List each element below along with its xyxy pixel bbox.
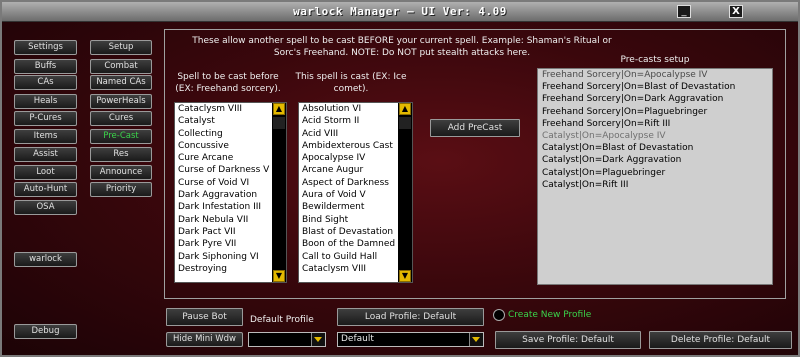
close-button[interactable]: X	[729, 5, 743, 18]
cast-list-label: This spell is cast (EX: Ice comet).	[295, 72, 407, 94]
nav-heals[interactable]: Heals	[14, 94, 77, 109]
precast-setup-list[interactable]: Freehand Sorcery|On=Apocalypse IV Freehan…	[537, 68, 773, 285]
hide-mini-window-button[interactable]: Hide Mini Wdw	[166, 332, 243, 347]
list-item[interactable]: Aura of Void V	[299, 189, 398, 201]
list-item[interactable]: Catalyst|On=Apocalypse IV	[538, 130, 772, 142]
list-item[interactable]: Destroying	[175, 263, 272, 275]
scroll-down-arrow-icon[interactable]: ▼	[399, 270, 411, 282]
list-item[interactable]: Dark Nebula VII	[175, 214, 272, 226]
nav-auto-hunt[interactable]: Auto-Hunt	[14, 182, 77, 197]
nav-buffs[interactable]: Buffs	[14, 59, 77, 74]
list-item[interactable]: Curse of Darkness V	[175, 164, 272, 176]
list-item[interactable]: Freehand Sorcery|On=Plaguebringer	[538, 106, 772, 118]
list-item[interactable]: Dark Pact VII	[175, 226, 272, 238]
list-item[interactable]: Catalyst|On=Plaguebringer	[538, 167, 772, 179]
list-item[interactable]: Blast of Devastation	[299, 226, 398, 238]
dropdown-arrow-icon[interactable]	[469, 333, 483, 346]
dropdown-arrow-icon[interactable]	[311, 333, 325, 346]
nav-named-cas[interactable]: Named CAs	[90, 75, 152, 90]
pause-bot-button[interactable]: Pause Bot	[166, 308, 243, 326]
list-item[interactable]: Dark Pyre VII	[175, 238, 272, 250]
before-spell-list[interactable]: Cataclysm VIII Catalyst Collecting Concussi…	[174, 102, 287, 283]
delete-profile-button[interactable]: Delete Profile: Default	[649, 331, 792, 349]
list-item[interactable]: Arcane Augur	[299, 164, 398, 176]
list-item[interactable]: Freehand Sorcery|On=Dark Aggravation	[538, 93, 772, 105]
list-item[interactable]: Freehand Sorcery|On=Apocalypse IV	[538, 69, 772, 81]
list-item[interactable]: Bind Sight	[299, 214, 398, 226]
list-item[interactable]: Aspect of Darkness	[299, 177, 398, 189]
warlock-manager-window: warlock Manager — UI Ver: 4.09 _ X Setti…	[0, 0, 800, 357]
list-item[interactable]: Absolution VI	[299, 103, 398, 115]
list-item[interactable]: Dark Siphoning VI	[175, 251, 272, 263]
nav-combat[interactable]: Combat	[90, 59, 152, 74]
scroll-up-arrow-icon[interactable]: ▲	[399, 103, 411, 115]
profile-combo-value: Default	[341, 334, 374, 344]
scroll-down-arrow-icon[interactable]: ▼	[273, 270, 285, 282]
list-item[interactable]: Bewilderment	[299, 201, 398, 213]
profile-combo[interactable]: Default	[337, 332, 484, 347]
nav-p-cures[interactable]: P-Cures	[14, 111, 77, 126]
load-profile-button[interactable]: Load Profile: Default	[337, 308, 484, 326]
list-item[interactable]: Dark Aggravation	[175, 189, 272, 201]
nav-setup[interactable]: Setup	[90, 40, 152, 55]
debug-button[interactable]: Debug	[14, 324, 77, 339]
save-profile-button[interactable]: Save Profile: Default	[495, 331, 641, 349]
setup-list-label: Pre-casts setup	[620, 55, 690, 65]
nav-assist[interactable]: Assist	[14, 147, 77, 162]
nav-pre-cast[interactable]: Pre-Cast	[90, 129, 152, 144]
list-item[interactable]: Cure Arcane	[175, 152, 272, 164]
nav-res[interactable]: Res	[90, 147, 152, 162]
list-item[interactable]: Call to Guild Hall	[299, 251, 398, 263]
nav-settings[interactable]: Settings	[14, 40, 77, 55]
scroll-thumb[interactable]	[399, 117, 411, 129]
cast-spell-items: Absolution VI Acid Storm II Acid VIII Ambid…	[299, 103, 398, 282]
cast-spell-list[interactable]: Absolution VI Acid Storm II Acid VIII Ambid…	[298, 102, 413, 283]
list-item[interactable]: Acid Storm II	[299, 115, 398, 127]
list-item[interactable]: Boon of the Damned	[299, 238, 398, 250]
list-item[interactable]: Collecting	[175, 128, 272, 140]
list-item[interactable]: Catalyst|On=Dark Aggravation	[538, 154, 772, 166]
nav-cures[interactable]: Cures	[90, 111, 152, 126]
scroll-up-arrow-icon[interactable]: ▲	[273, 103, 285, 115]
before-list-label: Spell to be cast before (EX: Freehand so…	[175, 72, 281, 94]
nav-cas[interactable]: CAs	[14, 75, 77, 90]
list-item[interactable]: Apocalypse IV	[299, 152, 398, 164]
list-item[interactable]: Ambidexterous Cast	[299, 140, 398, 152]
list-item[interactable]: Concussive	[175, 140, 272, 152]
list-item[interactable]: Freehand Sorcery|On=Blast of Devastation	[538, 81, 772, 93]
list-item[interactable]: Acid VIII	[299, 128, 398, 140]
before-spell-items: Cataclysm VIII Catalyst Collecting Concussi…	[175, 103, 272, 282]
default-profile-label: Default Profile	[250, 315, 314, 325]
scroll-thumb[interactable]	[273, 117, 285, 129]
create-new-profile-radio[interactable]	[493, 309, 505, 321]
profile-small-combo[interactable]	[248, 332, 326, 347]
create-new-profile-label: Create New Profile	[508, 310, 592, 320]
character-button[interactable]: warlock	[14, 252, 77, 267]
list-item[interactable]: Cataclysm VIII	[175, 103, 272, 115]
add-precast-button[interactable]: Add PreCast	[430, 119, 520, 137]
nav-priority[interactable]: Priority	[90, 182, 152, 197]
list-item[interactable]: Cataclysm VIII	[299, 263, 398, 275]
minimize-button[interactable]: _	[677, 5, 691, 18]
list-item[interactable]: Catalyst|On=Blast of Devastation	[538, 142, 772, 154]
list-item[interactable]: Dark Infestation III	[175, 201, 272, 213]
nav-powerheals[interactable]: PowerHeals	[90, 94, 152, 109]
nav-announce[interactable]: Announce	[90, 165, 152, 180]
list-item[interactable]: Curse of Void VI	[175, 177, 272, 189]
nav-items[interactable]: Items	[14, 129, 77, 144]
list-item[interactable]: Catalyst	[175, 115, 272, 127]
cast-list-scrollbar[interactable]: ▲ ▼	[398, 103, 412, 282]
nav-loot[interactable]: Loot	[14, 165, 77, 180]
list-item[interactable]: Freehand Sorcery|On=Rift III	[538, 118, 772, 130]
before-list-scrollbar[interactable]: ▲ ▼	[272, 103, 286, 282]
list-item[interactable]: Catalyst|On=Rift III	[538, 179, 772, 191]
title-bar[interactable]: warlock Manager — UI Ver: 4.09 _ X	[2, 2, 798, 22]
nav-osa[interactable]: OSA	[14, 200, 77, 215]
